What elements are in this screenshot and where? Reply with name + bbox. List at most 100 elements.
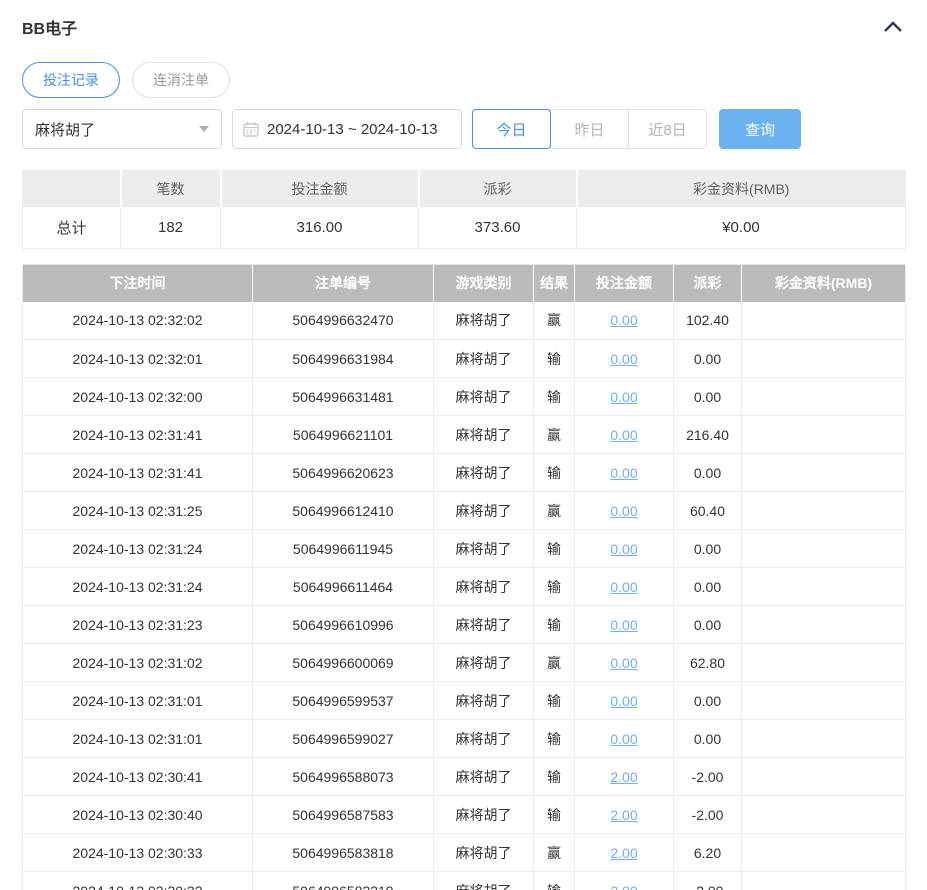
- records-header-bonus: 彩金资料(RMB): [741, 264, 906, 302]
- date-range-input[interactable]: 2024-10-13 ~ 2024-10-13: [232, 109, 462, 149]
- result-cell: 输: [533, 719, 575, 758]
- bonus-cell: [741, 567, 906, 606]
- order-number-cell: 5064996612410: [252, 491, 434, 530]
- bet-amount-link[interactable]: 2.00: [610, 845, 637, 861]
- game-type-cell: 麻将胡了: [433, 833, 534, 872]
- tab-bet-records[interactable]: 投注记录: [22, 62, 120, 98]
- payout-cell: 6.20: [673, 833, 742, 872]
- summary-total-row: 总计 182 316.00 373.60 ¥0.00: [22, 206, 906, 249]
- bet-time-cell: 2024-10-13 02:31:02: [22, 643, 253, 682]
- bet-amount-cell: 0.00: [574, 529, 674, 568]
- bet-amount-cell: 0.00: [574, 643, 674, 682]
- last-8-days-button[interactable]: 近8日: [628, 109, 707, 149]
- payout-cell: 0.00: [673, 605, 742, 644]
- table-row: 2024-10-13 02:32:02 5064996632470 麻将胡了赢 0.0…: [22, 301, 906, 340]
- yesterday-button-label: 昨日: [574, 121, 605, 139]
- summary-table: 笔数 投注金额 派彩 彩金资料(RMB) 总计 182 316.00 373.6…: [22, 170, 906, 249]
- game-type-cell: 麻将胡了: [433, 605, 534, 644]
- result-cell: 输: [533, 681, 575, 720]
- summary-total-label: 总计: [22, 206, 121, 249]
- summary-header-empty: [22, 170, 122, 207]
- records-header-payout: 派彩: [673, 264, 742, 302]
- chevron-down-icon: [199, 126, 209, 132]
- bet-amount-cell: 2.00: [574, 757, 674, 796]
- bet-amount-link[interactable]: 0.00: [610, 465, 637, 481]
- order-number-cell: 5064996631481: [252, 377, 434, 416]
- game-type-cell: 麻将胡了: [433, 643, 534, 682]
- result-cell: 输: [533, 529, 575, 568]
- bet-amount-cell: 0.00: [574, 377, 674, 416]
- order-number-cell: 5064996600069: [252, 643, 434, 682]
- bet-amount-link[interactable]: 0.00: [610, 312, 637, 328]
- order-number-cell: 5064996620623: [252, 453, 434, 492]
- bet-amount-cell: 2.00: [574, 795, 674, 834]
- table-row: 2024-10-13 02:31:23 5064996610996 麻将胡了输 0.0…: [22, 605, 906, 644]
- bet-time-cell: 2024-10-13 02:30:40: [22, 795, 253, 834]
- today-button[interactable]: 今日: [472, 109, 551, 149]
- bet-time-cell: 2024-10-13 02:31:41: [22, 415, 253, 454]
- bonus-cell: [741, 795, 906, 834]
- result-cell: 输: [533, 567, 575, 606]
- bet-amount-cell: 0.00: [574, 567, 674, 606]
- bet-amount-link[interactable]: 0.00: [610, 731, 637, 747]
- order-number-cell: 5064996588073: [252, 757, 434, 796]
- bet-amount-link[interactable]: 2.00: [610, 769, 637, 785]
- yesterday-button[interactable]: 昨日: [550, 109, 629, 149]
- bonus-cell: [741, 719, 906, 758]
- payout-cell: -2.00: [673, 871, 742, 890]
- query-button[interactable]: 查询: [719, 109, 801, 149]
- table-row: 2024-10-13 02:32:00 5064996631481 麻将胡了输 0.0…: [22, 377, 906, 416]
- payout-cell: 60.40: [673, 491, 742, 530]
- order-number-cell: 5064996611945: [252, 529, 434, 568]
- result-cell: 输: [533, 871, 575, 890]
- bet-time-cell: 2024-10-13 02:32:02: [22, 301, 253, 340]
- bet-amount-link[interactable]: 0.00: [610, 693, 637, 709]
- summary-header-row: 笔数 投注金额 派彩 彩金资料(RMB): [22, 170, 906, 207]
- game-type-cell: 麻将胡了: [433, 453, 534, 492]
- bet-amount-cell: 0.00: [574, 491, 674, 530]
- collapse-panel-button[interactable]: [881, 15, 905, 39]
- bet-amount-link[interactable]: 2.00: [610, 883, 637, 890]
- table-row: 2024-10-13 02:31:24 5064996611464 麻将胡了输 0.0…: [22, 567, 906, 606]
- summary-total-bonus: ¥0.00: [576, 206, 906, 249]
- tab-cascade-orders[interactable]: 连消注单: [132, 62, 230, 98]
- game-select-value: 麻将胡了: [35, 121, 96, 139]
- records-header-bet-amount: 投注金额: [574, 264, 674, 302]
- bet-amount-cell: 0.00: [574, 605, 674, 644]
- game-type-cell: 麻将胡了: [433, 795, 534, 834]
- game-type-cell: 麻将胡了: [433, 719, 534, 758]
- bet-amount-cell: 0.00: [574, 453, 674, 492]
- bonus-cell: [741, 339, 906, 378]
- records-table-body: 2024-10-13 02:32:02 5064996632470 麻将胡了赢 0.0…: [22, 301, 906, 890]
- quick-date-buttons: 今日 昨日 近8日: [472, 109, 707, 149]
- result-cell: 输: [533, 453, 575, 492]
- result-cell: 输: [533, 757, 575, 796]
- bet-time-cell: 2024-10-13 02:31:25: [22, 491, 253, 530]
- bet-amount-link[interactable]: 0.00: [610, 503, 637, 519]
- payout-cell: 0.00: [673, 377, 742, 416]
- game-type-cell: 麻将胡了: [433, 871, 534, 890]
- bonus-cell: [741, 415, 906, 454]
- query-button-label: 查询: [744, 121, 775, 139]
- bet-amount-link[interactable]: 0.00: [610, 655, 637, 671]
- bet-amount-link[interactable]: 0.00: [610, 351, 637, 367]
- game-type-cell: 麻将胡了: [433, 301, 534, 340]
- result-cell: 赢: [533, 833, 575, 872]
- bonus-cell: [741, 757, 906, 796]
- summary-total-count: 182: [120, 206, 221, 249]
- bet-amount-link[interactable]: 0.00: [610, 617, 637, 633]
- bet-amount-link[interactable]: 0.00: [610, 389, 637, 405]
- bet-amount-link[interactable]: 0.00: [610, 579, 637, 595]
- game-select[interactable]: 麻将胡了: [22, 109, 222, 149]
- bet-amount-link[interactable]: 0.00: [610, 541, 637, 557]
- bet-time-cell: 2024-10-13 02:31:24: [22, 529, 253, 568]
- panel-header: BB电子: [22, 14, 905, 40]
- order-number-cell: 5064996583319: [252, 871, 434, 890]
- bet-amount-link[interactable]: 2.00: [610, 807, 637, 823]
- payout-cell: 0.00: [673, 567, 742, 606]
- payout-cell: 0.00: [673, 681, 742, 720]
- game-type-cell: 麻将胡了: [433, 567, 534, 606]
- order-number-cell: 5064996631984: [252, 339, 434, 378]
- game-type-cell: 麻将胡了: [433, 757, 534, 796]
- bet-amount-link[interactable]: 0.00: [610, 427, 637, 443]
